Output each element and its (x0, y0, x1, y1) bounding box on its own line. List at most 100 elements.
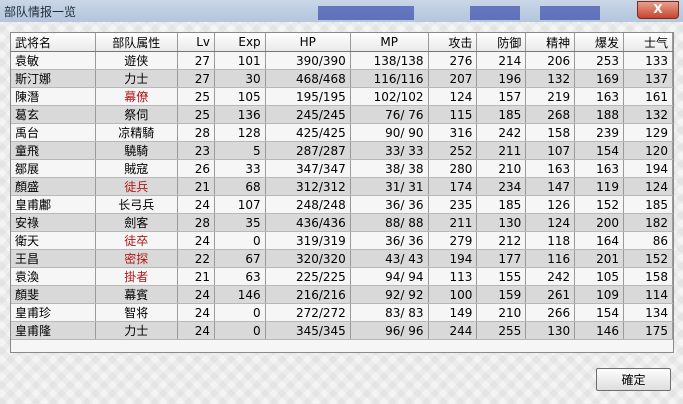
cell-name: 皇甫隆 (11, 321, 96, 340)
cell-name: 袁敏 (11, 51, 96, 70)
cell-attribute: 賊寇 (95, 159, 178, 178)
column-header-attribute[interactable]: 部队属性 (95, 33, 178, 52)
table-row[interactable]: 鄒展 賊寇 26 33 347/347 38/ 38 280 210 163 163 194 (11, 159, 673, 178)
cell-defense: 255 (476, 321, 527, 340)
cell-spirit: 268 (525, 105, 576, 124)
cell-attack: 124 (428, 87, 478, 106)
table-row[interactable]: 顏斐 幕賓 24 146 216/216 92/ 92 100 159 261 109 114 (11, 285, 673, 304)
table-row[interactable]: 顏盛 徒兵 21 68 312/312 31/ 31 174 234 147 119 124 (11, 177, 673, 196)
cell-attack: 113 (428, 267, 478, 286)
cell-name: 安祿 (11, 213, 96, 232)
cell-spirit: 116 (525, 249, 576, 268)
cell-attribute: 密探 (95, 249, 178, 268)
window-title-bar[interactable]: 部队情报一览 X (0, 0, 683, 23)
cell-attack: 149 (428, 303, 478, 322)
cell-mp: 83/ 83 (350, 303, 429, 322)
cell-burst: 163 (574, 159, 624, 178)
cell-hp: 272/272 (265, 303, 351, 322)
cell-name: 袁渙 (11, 267, 96, 286)
cell-name: 鄒展 (11, 159, 96, 178)
column-header-name[interactable]: 武将名 (11, 33, 96, 52)
cell-attack: 276 (428, 51, 478, 70)
table-row[interactable]: 斯汀娜 力士 27 30 468/468 116/116 207 196 132 169 137 (11, 69, 673, 88)
cell-burst: 200 (574, 213, 624, 232)
cell-mp: 138/138 (350, 51, 429, 70)
cell-burst: 163 (574, 87, 624, 106)
close-icon: X (653, 2, 663, 16)
cell-morale: 129 (623, 123, 673, 142)
column-header-attack[interactable]: 攻击 (428, 33, 478, 52)
table-row[interactable]: 葛玄 祭伺 25 136 245/245 76/ 76 115 185 268 188 132 (11, 105, 673, 124)
cell-exp: 105 (214, 87, 266, 106)
unit-list-panel[interactable]: 武将名 部队属性 Lv Exp HP MP 攻击 防御 精神 爆发 士气 袁敏遊… (10, 32, 674, 353)
column-header-morale[interactable]: 士气 (623, 33, 673, 52)
column-header-burst[interactable]: 爆发 (574, 33, 624, 52)
column-header-mp[interactable]: MP (350, 33, 429, 52)
cell-hp: 319/319 (265, 231, 351, 250)
cell-attack: 194 (428, 249, 478, 268)
table-row[interactable]: 皇甫珍 智将 24 0 272/272 83/ 83 149 210 266 154 134 (11, 303, 673, 322)
cell-mp: 36/ 36 (350, 195, 429, 214)
cell-spirit: 130 (525, 321, 576, 340)
cell-level: 24 (177, 231, 216, 250)
table-row[interactable]: 袁敏 遊侠 27 101 390/390 138/138 276 214 206 253 133 (11, 51, 673, 70)
table-row[interactable]: 皇甫隆 力士 24 0 345/345 96/ 96 244 255 130 146 175 (11, 321, 673, 340)
table-row[interactable]: 童飛 驍騎 23 5 287/287 33/ 33 252 211 107 154 120 (11, 141, 673, 160)
confirm-button[interactable]: 確定 (596, 368, 671, 391)
column-header-level[interactable]: Lv (177, 33, 216, 52)
cell-attack: 211 (428, 213, 478, 232)
cell-burst: 188 (574, 105, 624, 124)
column-header-spirit[interactable]: 精神 (525, 33, 576, 52)
cell-burst: 239 (574, 123, 624, 142)
cell-name: 禹台 (11, 123, 96, 142)
cell-mp: 92/ 92 (350, 285, 429, 304)
cell-spirit: 242 (525, 267, 576, 286)
cell-exp: 67 (214, 249, 266, 268)
table-row[interactable]: 陳潛 幕僚 25 105 195/195 102/102 124 157 219 163 161 (11, 87, 673, 106)
table-row[interactable]: 衛天 徒卒 24 0 319/319 36/ 36 279 212 118 164 86 (11, 231, 673, 250)
cell-name: 陳潛 (11, 87, 96, 106)
column-header-defense[interactable]: 防御 (476, 33, 527, 52)
column-header-exp[interactable]: Exp (214, 33, 266, 52)
cell-mp: 76/ 76 (350, 105, 429, 124)
cell-mp: 33/ 33 (350, 141, 429, 160)
cell-attribute: 驍騎 (95, 141, 178, 160)
cell-level: 24 (177, 303, 216, 322)
cell-burst: 119 (574, 177, 624, 196)
cell-name: 皇甫珍 (11, 303, 96, 322)
cell-name: 葛玄 (11, 105, 96, 124)
cell-defense: 157 (476, 87, 527, 106)
cell-attribute: 力士 (95, 321, 178, 340)
table-row[interactable]: 袁渙 掛者 21 63 225/225 94/ 94 113 155 242 105 158 (11, 267, 673, 286)
cell-burst: 146 (574, 321, 624, 340)
cell-name: 衛天 (11, 231, 96, 250)
cell-attribute: 幕賓 (95, 285, 178, 304)
cell-attack: 174 (428, 177, 478, 196)
cell-attribute: 祭伺 (95, 105, 178, 124)
cell-exp: 5 (214, 141, 266, 160)
cell-morale: 175 (623, 321, 673, 340)
column-header-hp[interactable]: HP (265, 33, 351, 52)
cell-spirit: 118 (525, 231, 576, 250)
cell-attack: 316 (428, 123, 478, 142)
cell-mp: 102/102 (350, 87, 429, 106)
table-row[interactable]: 安祿 劍客 28 35 436/436 88/ 88 211 130 124 200 182 (11, 213, 673, 232)
table-row[interactable]: 皇甫鄘 长弓兵 24 107 248/248 36/ 36 235 185 126 152 185 (11, 195, 673, 214)
table-row[interactable]: 王昌 密探 22 67 320/320 43/ 43 194 177 116 201 152 (11, 249, 673, 268)
cell-morale: 134 (623, 303, 673, 322)
cell-exp: 107 (214, 195, 266, 214)
cell-burst: 154 (574, 303, 624, 322)
close-button[interactable]: X (637, 1, 679, 19)
table-row[interactable]: 禹台 凉精騎 28 128 425/425 90/ 90 316 242 158 239 129 (11, 123, 673, 142)
background-window-ghost (470, 6, 520, 20)
cell-spirit: 206 (525, 51, 576, 70)
cell-name: 童飛 (11, 141, 96, 160)
dialog-client-area: 武将名 部队属性 Lv Exp HP MP 攻击 防御 精神 爆发 士气 袁敏遊… (0, 22, 683, 404)
cell-mp: 88/ 88 (350, 213, 429, 232)
cell-defense: 210 (476, 159, 527, 178)
cell-burst: 154 (574, 141, 624, 160)
cell-mp: 90/ 90 (350, 123, 429, 142)
cell-hp: 347/347 (265, 159, 351, 178)
cell-attack: 280 (428, 159, 478, 178)
cell-morale: 86 (623, 231, 673, 250)
